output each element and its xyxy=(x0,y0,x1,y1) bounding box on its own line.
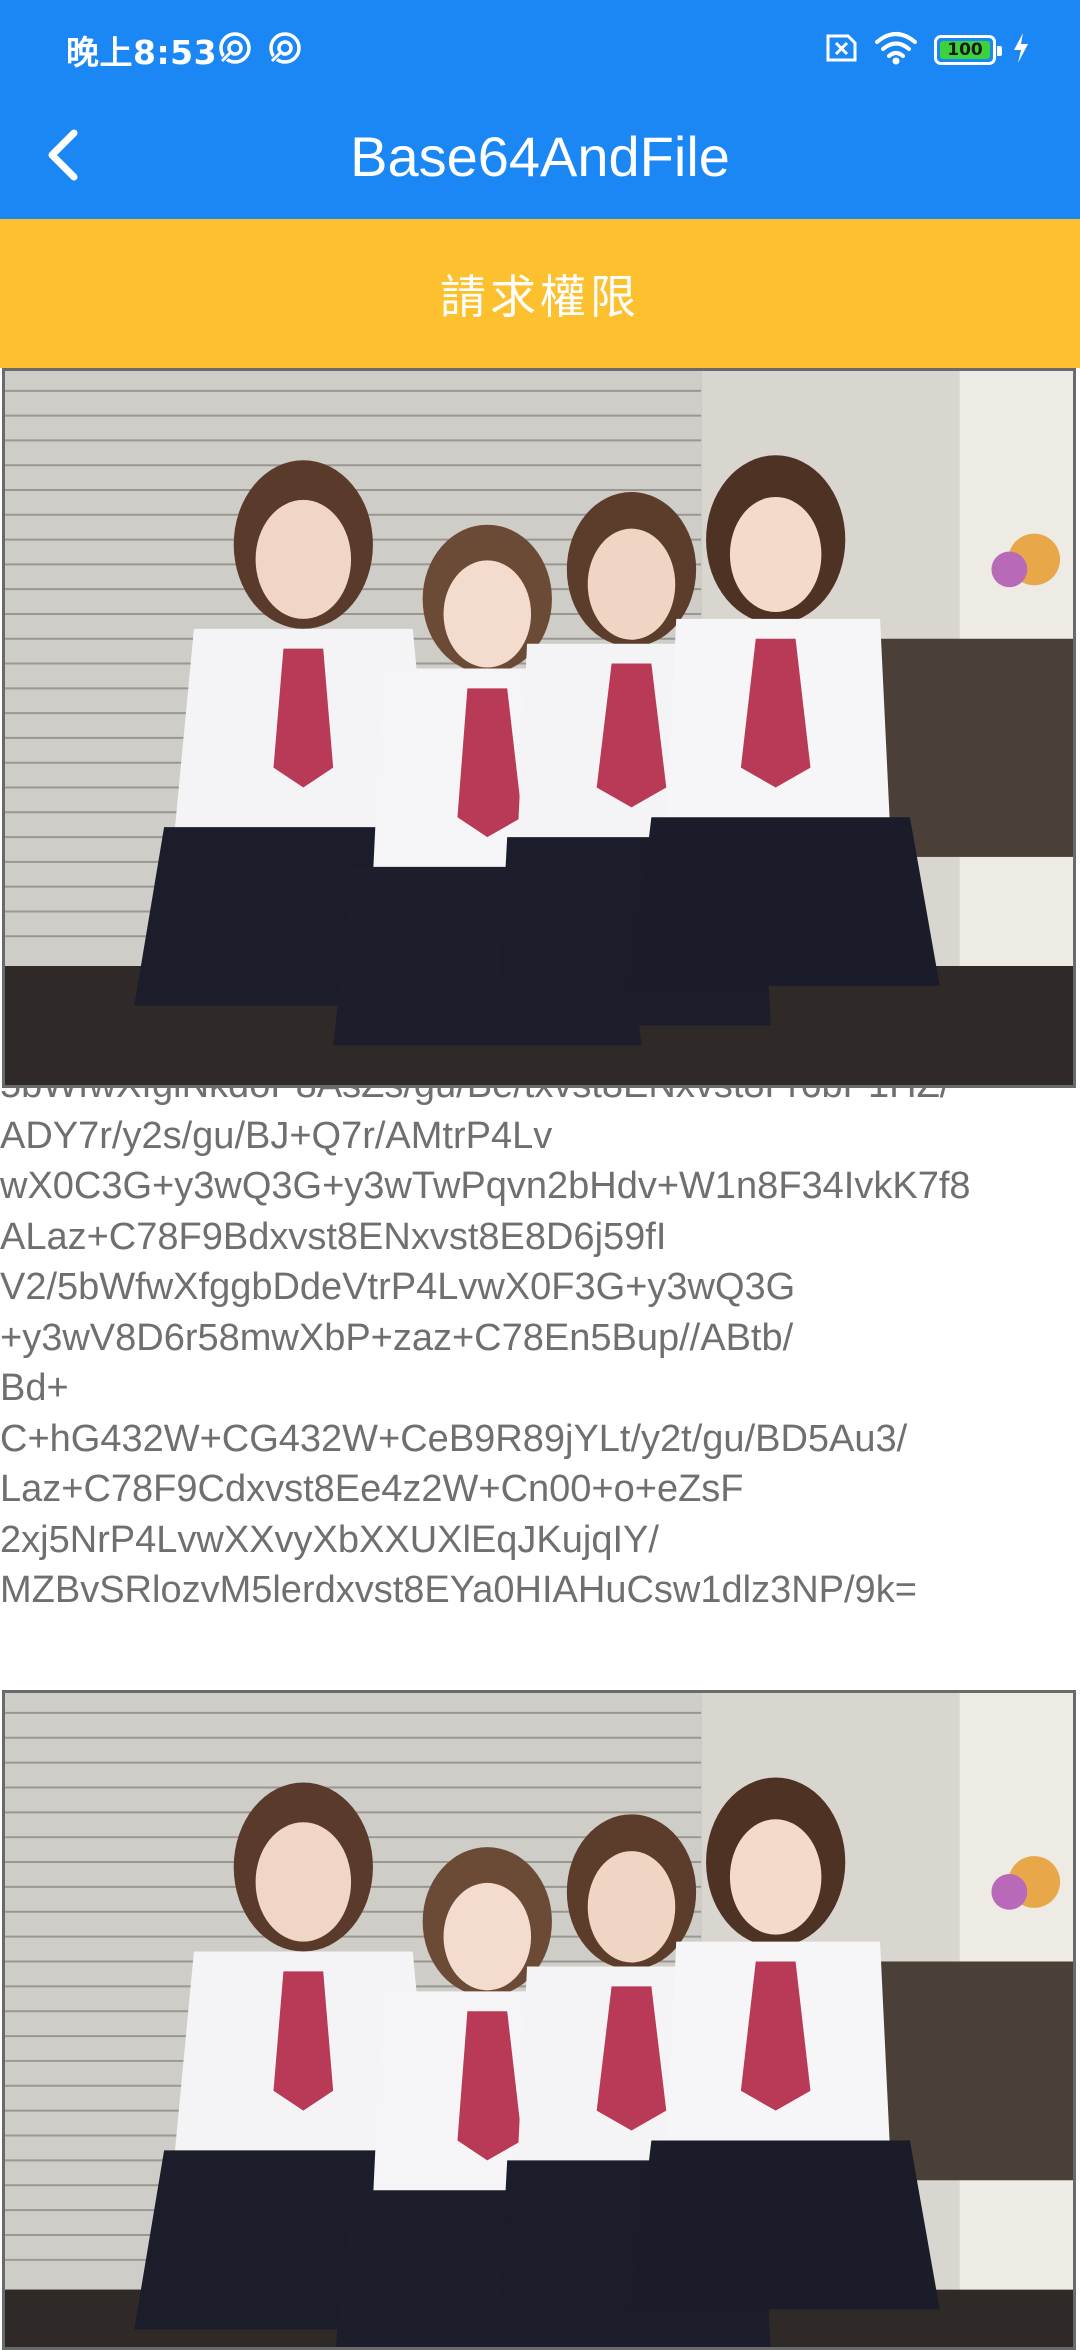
preview-image xyxy=(2,1690,1076,2350)
status-bar: 晚上8:53 100 xyxy=(0,0,1080,95)
status-icons: 100 xyxy=(824,30,1030,70)
app-bar: Base64AndFile xyxy=(0,95,1080,219)
wifi-icon xyxy=(874,31,918,69)
status-time: 晚上8:53 xyxy=(66,33,218,72)
vpn-icon xyxy=(218,31,252,65)
charging-icon xyxy=(1012,32,1030,68)
no-sim-icon xyxy=(824,33,858,67)
request-permission-button[interactable]: 請求權限 xyxy=(0,219,1080,368)
page-title: Base64AndFile xyxy=(350,125,730,188)
battery-icon: 100 xyxy=(934,35,1002,65)
decoded-image xyxy=(2,368,1076,1088)
battery-level: 100 xyxy=(940,41,990,59)
vpn-icon xyxy=(268,31,302,65)
base64-output: 5bWfwXfgiNkdoP8AsZs/gu/Be/txvst8ENxvst8F… xyxy=(0,1064,971,1611)
